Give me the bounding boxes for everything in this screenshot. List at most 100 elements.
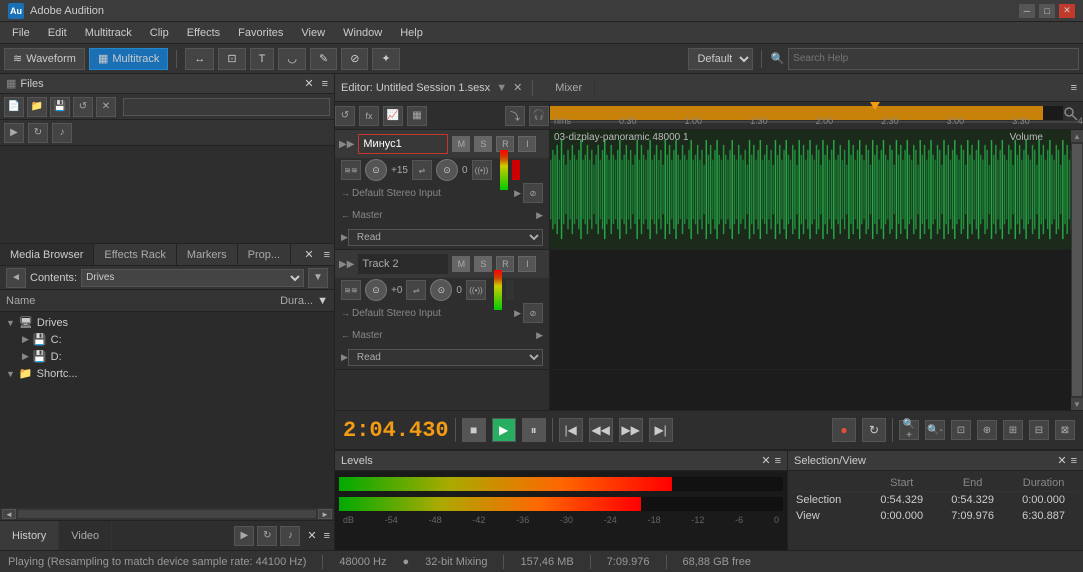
track-2-mute-button[interactable]: M — [452, 256, 470, 272]
menu-view[interactable]: View — [293, 25, 333, 41]
track-1-play-button[interactable]: ▶ — [341, 232, 348, 243]
levels-close-button[interactable]: ✕ — [761, 454, 770, 467]
scroll-left-button[interactable]: ◄ — [2, 509, 16, 519]
tab-video[interactable]: Video — [59, 521, 112, 550]
scroll-up-button[interactable]: ▲ — [1071, 130, 1083, 142]
loop-button[interactable]: ↻ — [862, 418, 886, 442]
pause-button[interactable]: ⏸ — [522, 418, 546, 442]
track-1-output-arrow[interactable]: ← — [341, 210, 350, 220]
zoom-fit-button[interactable]: ⊡ — [951, 420, 971, 440]
track-2-input-more-button[interactable]: ▶ — [514, 308, 521, 319]
minimize-button[interactable]: ─ — [1019, 4, 1035, 18]
tool-eraser[interactable]: ⊘ — [341, 48, 368, 70]
files-close-button[interactable]: ✕ — [304, 77, 313, 90]
track-2-mono-button[interactable]: ((•)) — [466, 280, 486, 300]
zoom-in-button[interactable]: 🔍+ — [899, 420, 919, 440]
fast-forward-button[interactable]: ▶▶ — [619, 418, 643, 442]
zoom-full-button[interactable]: ⊞ — [1003, 420, 1023, 440]
history-loop-button[interactable]: ↻ — [257, 526, 277, 546]
menu-window[interactable]: Window — [335, 25, 390, 41]
track-1-input-button[interactable]: I — [518, 136, 536, 152]
track-1-waveform[interactable]: 03-dizplay-panoramic 48000 1 Volume — [550, 130, 1083, 250]
track-2-output-arrow[interactable]: ← — [341, 330, 350, 340]
files-new-button[interactable]: 📄 — [4, 97, 24, 117]
view-start-value[interactable]: 0:00.000 — [866, 508, 937, 524]
goto-end-button[interactable]: ▶| — [649, 418, 673, 442]
maximize-button[interactable]: □ — [1039, 4, 1055, 18]
track-1-input-more-button[interactable]: ▶ — [514, 188, 521, 199]
tool-lasso[interactable]: T — [250, 48, 275, 70]
menu-help[interactable]: Help — [392, 25, 431, 41]
history-menu-icon[interactable]: ≡ — [324, 530, 330, 542]
track-2-input-button[interactable]: I — [518, 256, 536, 272]
play-button[interactable]: ▶ — [492, 418, 516, 442]
tab-history[interactable]: History — [0, 521, 59, 550]
contents-dropdown[interactable]: Drives — [81, 269, 304, 287]
close-history-button[interactable]: ✕ — [303, 529, 320, 542]
track-2-input-arrow[interactable]: → — [341, 308, 350, 318]
editor-close-button[interactable]: ✕ — [513, 81, 522, 94]
selection-close-button[interactable]: ✕ — [1057, 454, 1066, 467]
history-play-button[interactable]: ▶ — [234, 526, 254, 546]
view-duration-value[interactable]: 6:30.887 — [1008, 508, 1079, 524]
media-browser-close-button[interactable]: ✕ — [298, 248, 319, 261]
files-delete-button[interactable]: ✕ — [96, 97, 116, 117]
headphones-button[interactable]: 🎧 — [529, 106, 549, 126]
tab-mixer[interactable]: Mixer — [543, 80, 595, 96]
list-item[interactable]: ▶ 💾 C: — [2, 331, 332, 348]
selection-duration-value[interactable]: 0:00.000 — [1008, 492, 1079, 509]
history-speaker-button[interactable]: ♪ — [280, 526, 300, 546]
scroll-thumb-v[interactable] — [1072, 144, 1082, 396]
track-1-name-input[interactable] — [358, 134, 448, 154]
track-2-output-more-button[interactable]: ▶ — [536, 330, 543, 341]
zoom-icon[interactable] — [1063, 106, 1079, 125]
envelope-button[interactable]: 📈 — [383, 106, 403, 126]
files-play-button[interactable]: ▶ — [4, 123, 24, 143]
tool-brush[interactable]: ✎ — [310, 48, 337, 70]
tab-effects-rack[interactable]: Effects Rack — [94, 244, 177, 265]
track-2-volume-knob[interactable]: ⊙ — [365, 279, 387, 301]
track-1-input-arrow[interactable]: → — [341, 188, 350, 198]
menu-edit[interactable]: Edit — [40, 25, 75, 41]
scrollbar-thumb-h[interactable] — [18, 510, 316, 518]
zoom-reset-button[interactable]: ⊟ — [1029, 420, 1049, 440]
track-1-output-more-button[interactable]: ▶ — [536, 210, 543, 221]
scroll-down-button[interactable]: ▼ — [1071, 398, 1083, 410]
levels-menu-icon[interactable]: ≡ — [775, 455, 781, 467]
media-browser-scrollbar-h[interactable]: ◄ ► — [0, 508, 334, 520]
list-item[interactable]: ▼ 📁 Shortc... — [2, 365, 332, 382]
files-search-input[interactable] — [123, 98, 330, 116]
zoom-out-button[interactable]: 🔍- — [925, 420, 945, 440]
track-2-solo-button[interactable]: S — [474, 256, 492, 272]
window-controls[interactable]: ─ □ ✕ — [1019, 4, 1075, 18]
waveform-button[interactable]: ≋ Waveform — [4, 48, 85, 70]
menu-clip[interactable]: Clip — [142, 25, 177, 41]
tool-extra[interactable]: ✦ — [372, 48, 399, 70]
track-2-mute-input-button[interactable]: ⊘ — [523, 303, 543, 323]
track-1-mode-dropdown[interactable]: Read — [348, 229, 543, 246]
tool-pencil[interactable]: ◡ — [278, 48, 306, 70]
tab-properties[interactable]: Prop... — [238, 244, 291, 265]
tab-markers[interactable]: Markers — [177, 244, 238, 265]
track-2-effects-button[interactable]: ≋≋ — [341, 280, 361, 300]
editor-title-arrow[interactable]: ▼ — [496, 82, 507, 94]
track-2-play-button[interactable]: ▶ — [341, 352, 348, 363]
files-menu-icon[interactable]: ≡ — [322, 78, 328, 90]
zoom-sel-button[interactable]: ⊕ — [977, 420, 997, 440]
files-save-button[interactable]: 💾 — [50, 97, 70, 117]
track-2-pan-knob[interactable]: ⊙ — [430, 279, 452, 301]
tab-media-browser[interactable]: Media Browser — [0, 244, 94, 265]
files-speaker-button[interactable]: ♪ — [52, 123, 72, 143]
close-button[interactable]: ✕ — [1059, 4, 1075, 18]
files-loop-button[interactable]: ↻ — [28, 123, 48, 143]
files-open-button[interactable]: 📁 — [27, 97, 47, 117]
stop-button[interactable]: ■ — [462, 418, 486, 442]
list-item[interactable]: ▼ 🖥 Drives — [2, 314, 332, 331]
goto-start-button[interactable]: |◀ — [559, 418, 583, 442]
chart-button[interactable]: ▦ — [407, 106, 427, 126]
track-2-name-input[interactable] — [358, 254, 448, 274]
menu-file[interactable]: File — [4, 25, 38, 41]
track-2-pan-icon[interactable]: ⇌ — [406, 280, 426, 300]
media-browser-menu-icon[interactable]: ≡ — [320, 249, 334, 261]
tool-marquee[interactable]: ⊡ — [218, 48, 245, 70]
